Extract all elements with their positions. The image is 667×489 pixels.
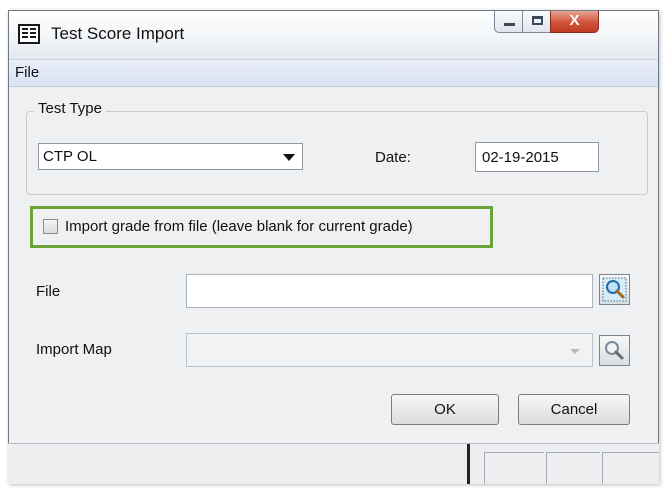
maximize-icon (532, 16, 543, 25)
chevron-down-icon (283, 154, 295, 161)
minimize-icon (504, 23, 515, 26)
import-grade-checkbox[interactable] (43, 219, 58, 234)
import-map-browse-button[interactable] (599, 335, 630, 366)
close-icon: X (569, 12, 580, 29)
window-title: Test Score Import (51, 24, 185, 43)
import-map-label: Import Map (36, 341, 112, 358)
status-divider (467, 444, 470, 484)
file-path-input[interactable] (186, 274, 593, 308)
import-grade-label[interactable]: Import grade from file (leave blank for … (65, 218, 413, 235)
date-field[interactable] (475, 142, 599, 172)
title-bar[interactable]: Test Score Import X (9, 11, 658, 60)
menu-bar: File (9, 61, 658, 87)
maximize-button[interactable] (522, 11, 551, 33)
status-bar (8, 443, 659, 484)
form-icon (18, 24, 40, 44)
status-panel (546, 452, 600, 484)
test-type-select[interactable]: CTP OL (38, 143, 303, 170)
status-panel (484, 452, 544, 484)
magnifier-icon (605, 341, 624, 360)
file-label: File (36, 283, 61, 300)
minimize-button[interactable] (494, 11, 523, 33)
status-panel (602, 452, 659, 484)
test-type-group-label: Test Type (34, 100, 106, 117)
import-map-select[interactable] (186, 333, 593, 367)
magnifier-icon (602, 277, 627, 302)
close-button[interactable]: X (550, 11, 599, 33)
chevron-down-icon (570, 349, 580, 354)
file-browse-button[interactable] (599, 274, 630, 305)
menu-item-file[interactable]: File (15, 64, 39, 81)
ok-button[interactable]: OK (391, 394, 499, 425)
test-type-selected-value: CTP OL (43, 148, 97, 165)
date-label: Date: (375, 149, 411, 166)
status-bar-wrap (8, 443, 659, 484)
cancel-button[interactable]: Cancel (518, 394, 630, 425)
